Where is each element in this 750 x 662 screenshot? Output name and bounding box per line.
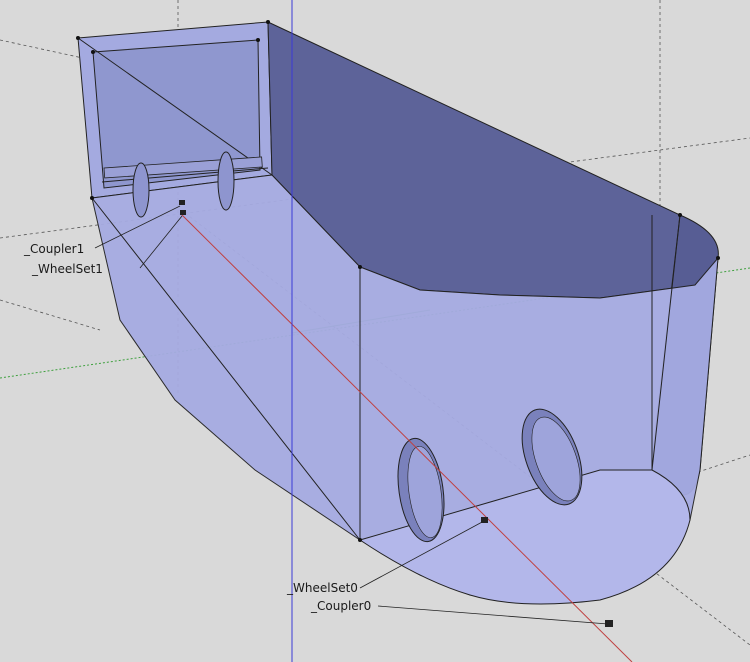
wheelset0-label: _WheelSet0	[286, 581, 358, 595]
vertex-dot	[91, 50, 95, 54]
vertex-dot	[358, 538, 362, 542]
model-canvas[interactable]: _Coupler1 _WheelSet1 _WheelSet0 _Coupler…	[0, 0, 750, 662]
wheelset1-marker[interactable]	[180, 210, 186, 215]
vertex-dot	[90, 196, 94, 200]
vertex-dot	[256, 38, 260, 42]
vertex-dot	[358, 265, 362, 269]
vertex-dot	[716, 256, 720, 260]
vertex-dot	[76, 36, 80, 40]
front-wheel-right[interactable]	[217, 151, 235, 211]
coupler0-label: _Coupler0	[310, 599, 371, 613]
sketchup-viewport[interactable]: _Coupler1 _WheelSet1 _WheelSet0 _Coupler…	[0, 0, 750, 662]
front-wheel-left[interactable]	[132, 162, 150, 218]
vertex-dot	[266, 20, 270, 24]
vertex-dot	[678, 213, 682, 217]
wheelset1-label: _WheelSet1	[31, 262, 103, 276]
coupler1-marker[interactable]	[179, 200, 185, 205]
coupler1-label: _Coupler1	[23, 242, 84, 256]
